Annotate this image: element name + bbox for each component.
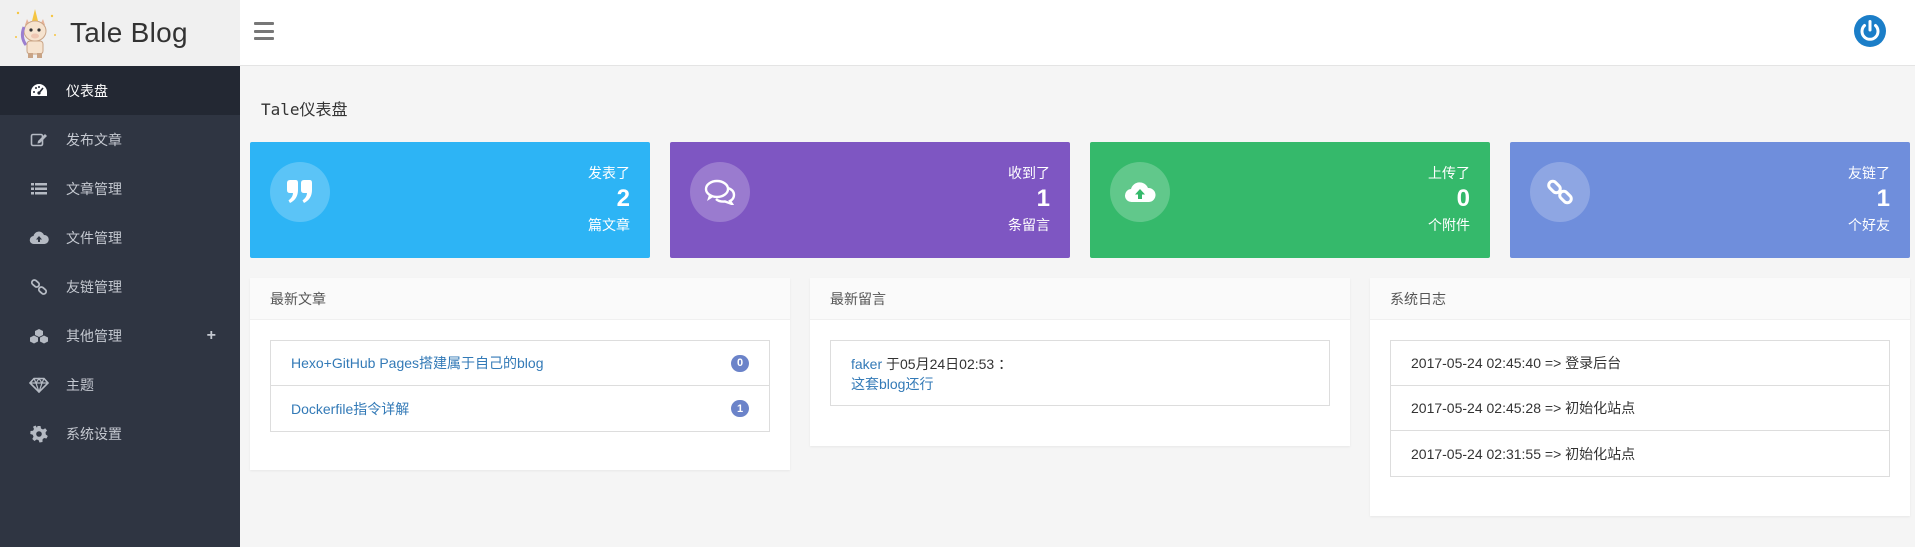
brand-title: Tale Blog	[70, 17, 188, 48]
sidebar-item-label: 仪表盘	[66, 82, 108, 99]
sidebar-item-label: 系统设置	[66, 425, 122, 442]
comment-item: faker 于05月24日02:53 ： 这套blog还行	[830, 340, 1330, 406]
stat-card-friends: 友链了 1 个好友	[1510, 142, 1910, 258]
sidebar-item-posts[interactable]: 文章管理	[0, 164, 240, 213]
list-item: Dockerfile指令详解 1	[271, 386, 769, 431]
comment-author-link[interactable]: faker	[851, 356, 882, 372]
comments-icon	[690, 162, 750, 222]
page-title: Tale仪表盘	[261, 100, 348, 119]
post-link[interactable]: Dockerfile指令详解	[291, 399, 409, 419]
sidebar-item-publish[interactable]: 发布文章	[0, 115, 240, 164]
system-log-panel: 系统日志 2017-05-24 02:45:40 => 登录后台 2017-05…	[1370, 278, 1910, 516]
sidebar-item-label: 友链管理	[66, 278, 122, 295]
list-item: Hexo+GitHub Pages搭建属于自己的blog 0	[271, 341, 769, 386]
post-link[interactable]: Hexo+GitHub Pages搭建属于自己的blog	[291, 353, 544, 373]
sidebar-item-label: 文件管理	[66, 229, 122, 246]
system-log-list: 2017-05-24 02:45:40 => 登录后台 2017-05-24 0…	[1390, 340, 1890, 477]
panel-title: 系统日志	[1370, 278, 1910, 320]
stat-label: 上传了	[1428, 165, 1470, 181]
comment-count-badge: 1	[731, 400, 749, 417]
log-entry: 2017-05-24 02:31:55 => 初始化站点	[1411, 445, 1636, 462]
sidebar-item-files[interactable]: 文件管理	[0, 213, 240, 262]
diamond-icon	[28, 376, 50, 394]
stat-card-posts: 发表了 2 篇文章	[250, 142, 650, 258]
cubes-icon	[28, 327, 50, 345]
stat-unit: 条留言	[1008, 217, 1050, 233]
sidebar-item-dashboard[interactable]: 仪表盘	[0, 66, 240, 115]
topbar	[240, 0, 1915, 66]
sidebar-item-label: 其他管理	[66, 327, 122, 344]
stat-unit: 篇文章	[588, 217, 630, 233]
comment-content-link[interactable]: 这套blog还行	[851, 376, 933, 392]
list-icon	[28, 180, 50, 198]
hamburger-menu-icon[interactable]	[254, 22, 274, 40]
comment-count-badge: 0	[731, 354, 749, 372]
quote-icon	[270, 162, 330, 222]
sidebar-item-label: 主题	[66, 376, 94, 393]
latest-posts-list: Hexo+GitHub Pages搭建属于自己的blog 0 Dockerfil…	[270, 340, 770, 432]
sidebar-item-other[interactable]: 其他管理 +	[0, 311, 240, 360]
brand[interactable]: Tale Blog	[0, 0, 240, 66]
stat-label: 收到了	[1008, 165, 1050, 181]
panel-title: 最新留言	[810, 278, 1350, 320]
edit-icon	[28, 131, 50, 149]
stat-card-attachments: 上传了 0 个附件	[1090, 142, 1490, 258]
stat-value: 2	[616, 185, 630, 212]
stat-value: 1	[1036, 185, 1050, 212]
latest-comments-panel: 最新留言 faker 于05月24日02:53 ： 这套blog还行	[810, 278, 1350, 446]
log-entry: 2017-05-24 02:45:40 => 登录后台	[1391, 341, 1889, 386]
cloud-upload-icon	[28, 229, 50, 247]
panel-title: 最新文章	[250, 278, 790, 320]
power-icon[interactable]	[1853, 14, 1887, 48]
latest-posts-panel: 最新文章 Hexo+GitHub Pages搭建属于自己的blog 0 Dock…	[250, 278, 790, 470]
unicorn-logo	[15, 9, 56, 58]
link-icon	[28, 278, 50, 296]
dashboard-icon	[28, 82, 50, 100]
stat-value: 1	[1876, 185, 1890, 212]
main-content: Tale仪表盘 发表了 2 篇文章 收到了 1 条留言 上传了 0 个附件 友链…	[240, 66, 1915, 547]
link-icon	[1530, 162, 1590, 222]
stat-card-comments: 收到了 1 条留言	[670, 142, 1070, 258]
cloud-upload-icon	[1110, 162, 1170, 222]
log-entry: 2017-05-24 02:45:28 => 初始化站点	[1391, 386, 1889, 431]
sidebar-item-label: 发布文章	[66, 131, 122, 148]
stat-unit: 个好友	[1848, 217, 1890, 233]
sidebar-nav: 仪表盘 发布文章 文章管理 文件管理 友链管理 其他管理 + 主题 系统设置	[0, 66, 240, 458]
sidebar-item-settings[interactable]: 系统设置	[0, 409, 240, 458]
sidebar-item-label: 文章管理	[66, 180, 122, 197]
comment-meta: 于05月24日02:53 ：	[882, 356, 1013, 372]
stat-unit: 个附件	[1428, 217, 1470, 233]
sidebar-item-links[interactable]: 友链管理	[0, 262, 240, 311]
sidebar-item-theme[interactable]: 主题	[0, 360, 240, 409]
stat-label: 发表了	[588, 165, 630, 181]
sidebar: Tale Blog 仪表盘 发布文章 文章管理 文件管理 友链管理 其他管理 +…	[0, 0, 240, 547]
expand-plus-icon[interactable]: +	[207, 327, 216, 345]
gear-icon	[28, 425, 50, 443]
stat-value: 0	[1456, 185, 1470, 212]
stat-label: 友链了	[1848, 165, 1890, 181]
